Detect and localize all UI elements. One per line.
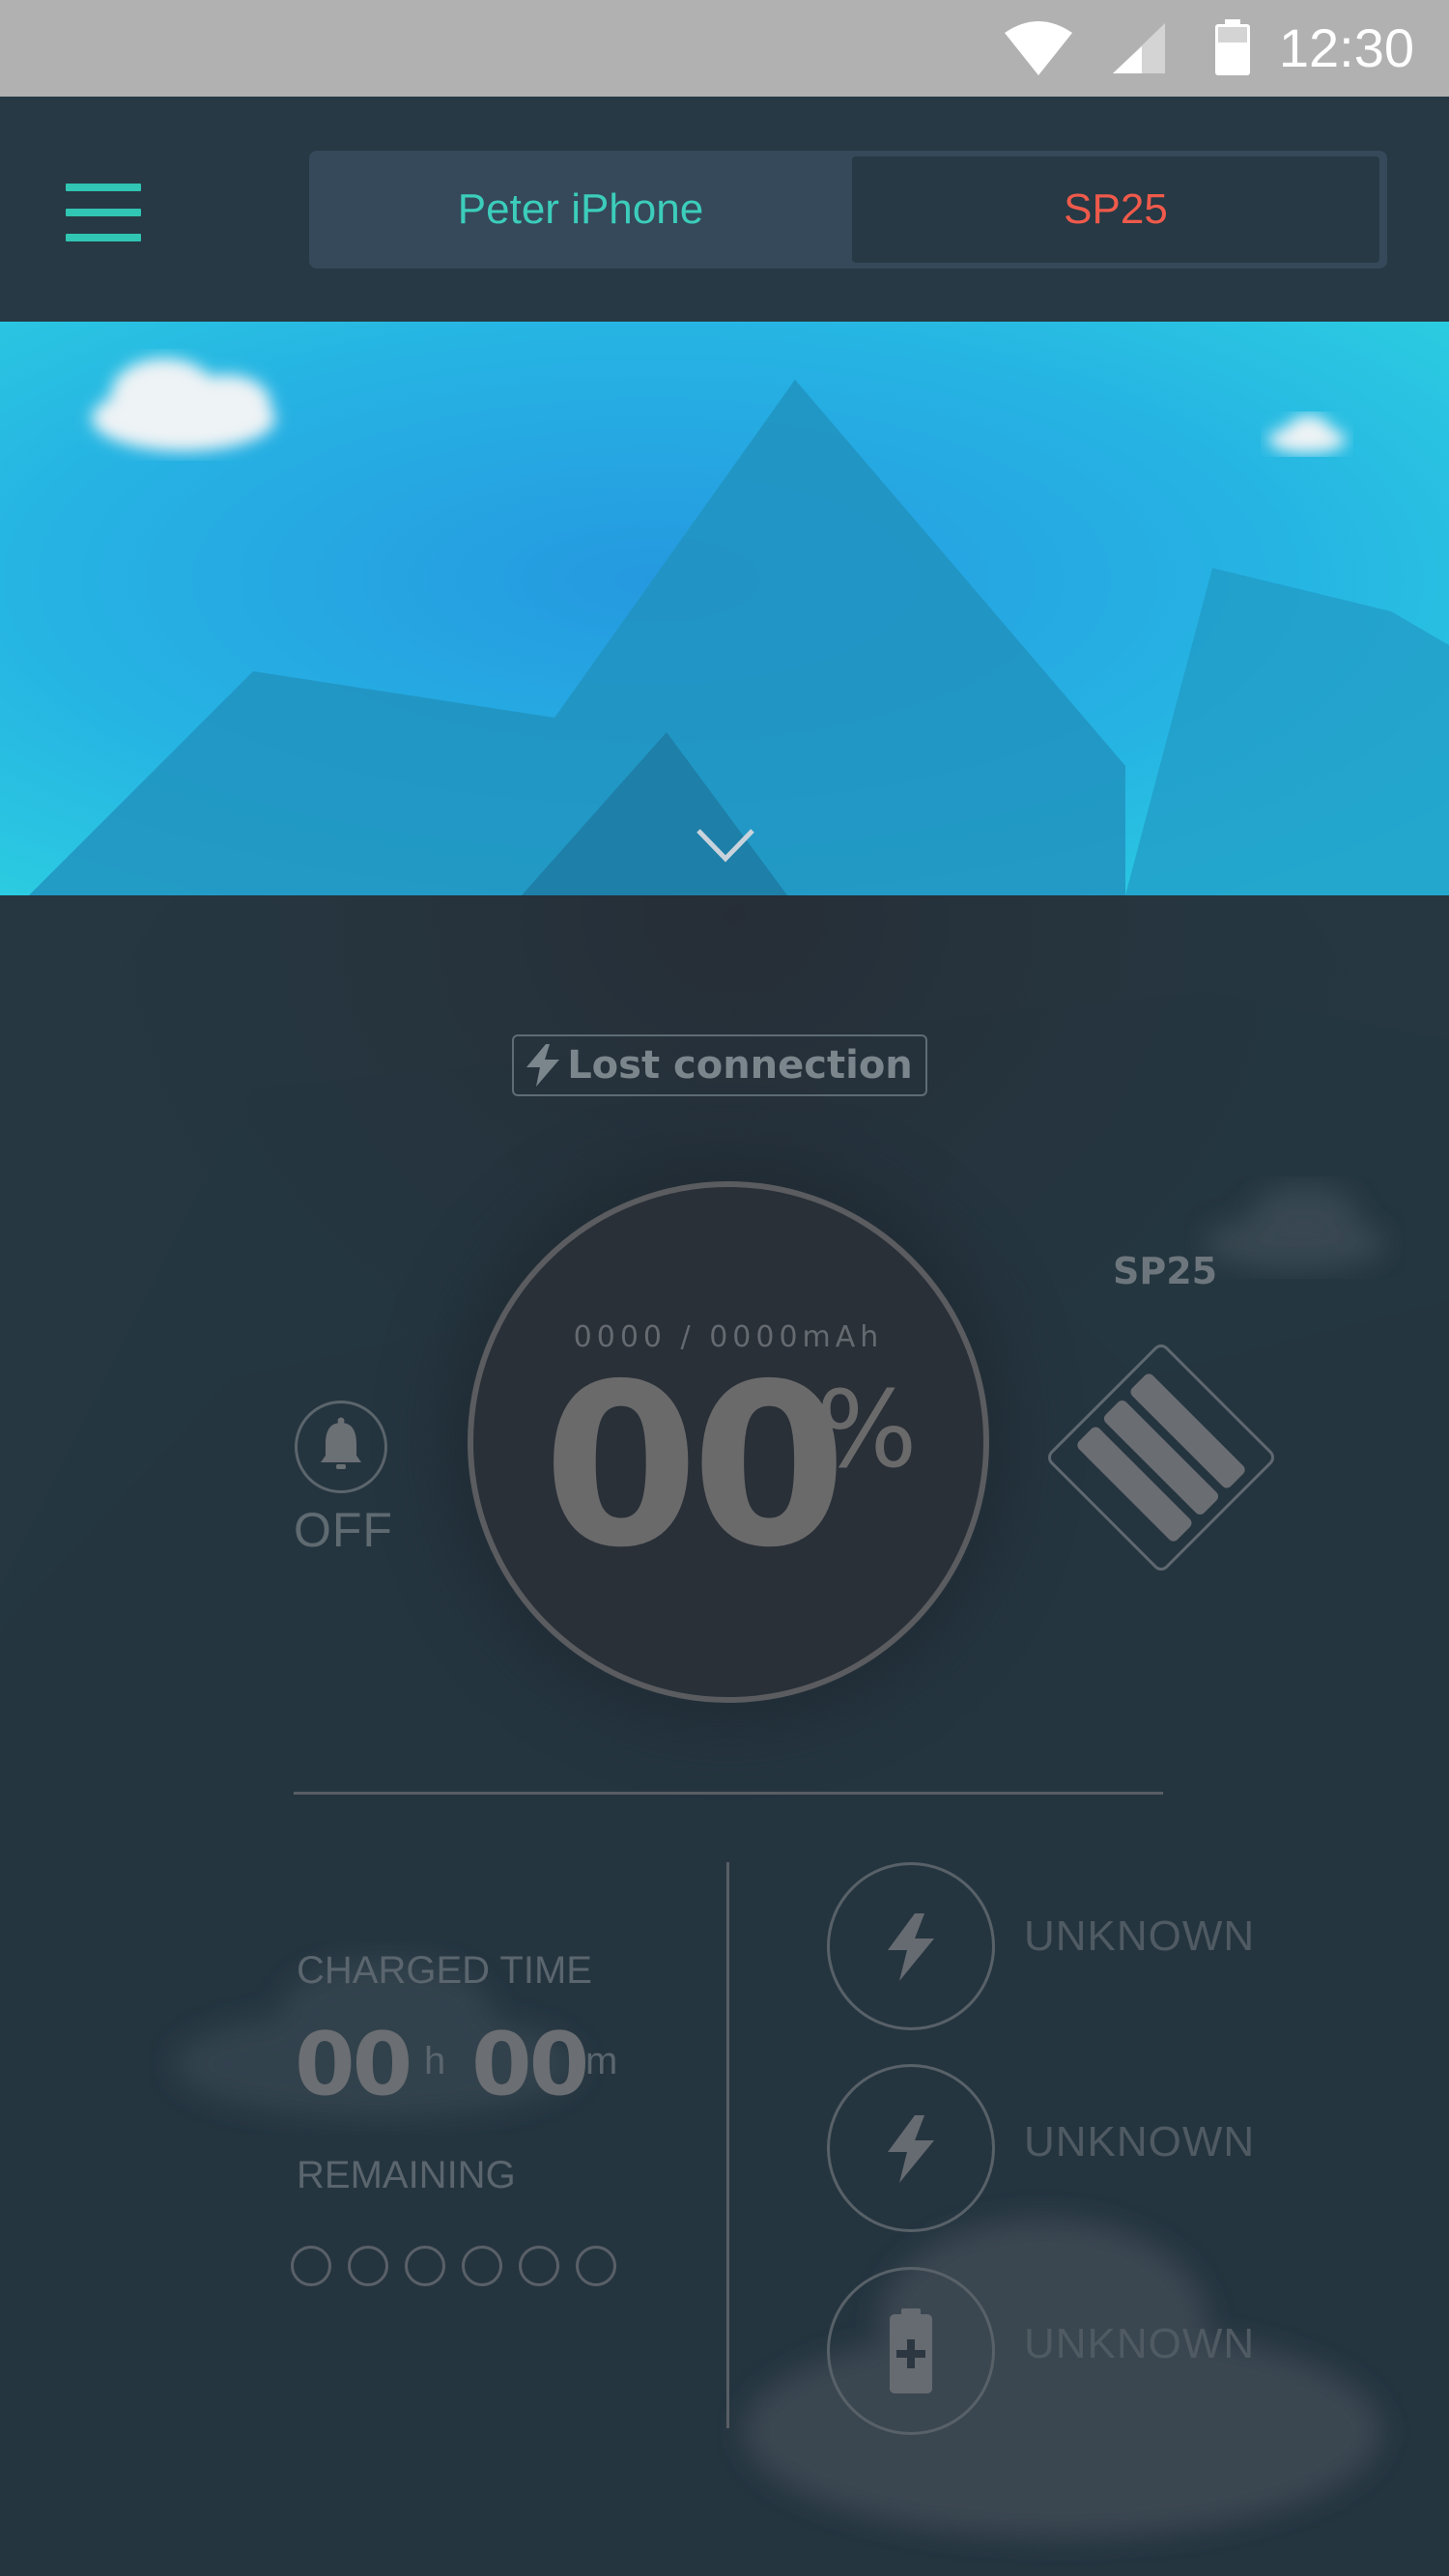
stat-icon-circle xyxy=(827,2064,995,2232)
battery-plus-icon xyxy=(890,2308,932,2393)
remaining-dot xyxy=(405,2246,445,2286)
connection-status-text: Lost connection xyxy=(567,1043,913,1088)
stat-label: UNKNOWN xyxy=(1024,1912,1256,1960)
wifi-icon xyxy=(1005,21,1072,75)
bell-icon xyxy=(321,1417,361,1469)
hours-unit: h xyxy=(424,2040,446,2082)
charged-minutes: 00 xyxy=(471,2014,589,2115)
alarm-toggle[interactable] xyxy=(295,1401,387,1493)
stat-icon-circle xyxy=(827,1862,995,2030)
vertical-divider xyxy=(726,1862,729,2428)
horizontal-divider xyxy=(294,1792,1163,1795)
battery-percent: 00 xyxy=(543,1336,847,1597)
remaining-dot xyxy=(291,2246,331,2286)
remaining-dot xyxy=(348,2246,388,2286)
lightning-icon xyxy=(888,1913,934,1981)
stat-label: UNKNOWN xyxy=(1024,2320,1256,2367)
remaining-label: REMAINING xyxy=(297,2154,516,2196)
charged-hours: 00 xyxy=(295,2014,412,2115)
stat-label: UNKNOWN xyxy=(1024,2118,1256,2166)
connection-status-badge: Lost connection xyxy=(512,1034,927,1096)
battery-icon xyxy=(1215,19,1250,75)
alarm-state-label: OFF xyxy=(294,1503,393,1557)
hamburger-menu-icon[interactable] xyxy=(66,184,141,241)
tab-peter-iphone[interactable]: Peter iPhone xyxy=(309,151,852,269)
lightning-icon xyxy=(526,1044,560,1087)
device-switch: Peter iPhone SP25 xyxy=(309,151,1387,269)
charged-time-label: CHARGED TIME xyxy=(297,1949,592,1992)
signal-icon xyxy=(1113,23,1165,73)
remaining-dot xyxy=(519,2246,559,2286)
stat-icon-circle xyxy=(827,2267,995,2435)
status-time: 12:30 xyxy=(1278,17,1414,78)
minutes-unit: m xyxy=(585,2040,618,2082)
remaining-dot xyxy=(462,2246,502,2286)
tab-sp25[interactable]: SP25 xyxy=(852,156,1379,263)
power-bank-icon[interactable] xyxy=(1030,1326,1293,1589)
lightning-icon xyxy=(888,2115,934,2183)
device-name: SP25 xyxy=(1113,1250,1218,1292)
chevron-down-icon[interactable] xyxy=(696,827,755,863)
percent-sign: % xyxy=(816,1368,918,1491)
remaining-dot xyxy=(576,2246,616,2286)
hero-illustration xyxy=(0,322,1449,895)
